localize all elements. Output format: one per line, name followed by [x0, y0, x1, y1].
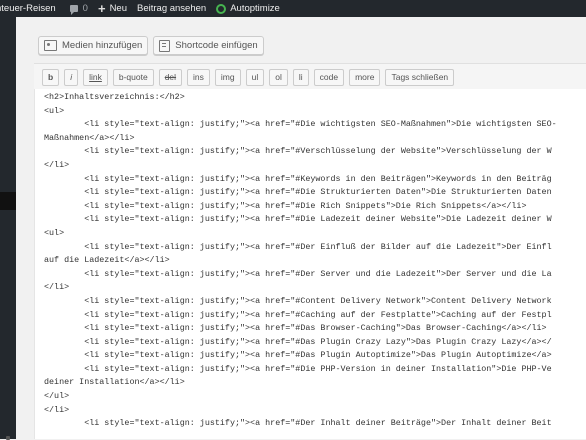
del-button[interactable]: del	[158, 68, 183, 86]
code-line: <li style="text-align: justify;"><a href…	[44, 173, 552, 184]
code-line: <li style="text-align: justify;"><a href…	[44, 323, 547, 334]
quicktags-toolbar: b i link b-quote del ins img ul ol li co…	[34, 63, 586, 91]
content-textarea[interactable]: <h2>Inhaltsverzeichnis:</h2> <ul> <li sty…	[34, 89, 586, 439]
blockquote-button[interactable]: b-quote	[112, 68, 154, 86]
menu-item-icon[interactable]	[6, 436, 10, 440]
code-line: <ul>	[44, 105, 65, 116]
code-line: </li>	[44, 159, 70, 170]
ins-button[interactable]: ins	[187, 68, 210, 86]
img-button[interactable]: img	[214, 68, 241, 86]
code-line: <li style="text-align: justify;"><a href…	[44, 418, 552, 429]
link-button[interactable]: link	[83, 68, 108, 86]
italic-button[interactable]: i	[64, 68, 79, 86]
code-line: deiner Installation</a></li>	[44, 377, 185, 388]
post-editor: Medien hinzufügen Shortcode einfügen b i…	[34, 17, 586, 439]
code-line: <li style="text-align: justify;"><a href…	[44, 295, 552, 306]
ul-button[interactable]: ul	[245, 68, 265, 86]
media-icon	[44, 40, 57, 51]
status-circle-icon	[216, 3, 227, 14]
autoptimize-label: Autoptimize	[230, 3, 280, 14]
code-line: <li style="text-align: justify;"><a href…	[44, 268, 552, 279]
site-name-link[interactable]: nteuer-Reisen	[0, 3, 56, 14]
add-media-button[interactable]: Medien hinzufügen	[38, 36, 149, 55]
media-buttons: Medien hinzufügen Shortcode einfügen	[38, 36, 269, 55]
shortcode-label: Shortcode einfügen	[175, 40, 258, 51]
bold-button[interactable]: b	[42, 68, 60, 86]
autoptimize-menu[interactable]: Autoptimize	[216, 3, 280, 14]
content-code: <h2>Inhaltsverzeichnis:</h2> <ul> <li sty…	[35, 89, 586, 431]
code-line: <li style="text-align: justify;"><a href…	[44, 214, 552, 225]
view-post-link[interactable]: Beitrag ansehen	[137, 3, 206, 14]
add-media-label: Medien hinzufügen	[62, 40, 143, 51]
more-button[interactable]: more	[349, 68, 381, 86]
admin-bar: nteuer-Reisen 0 + Neu Beitrag ansehen Au…	[0, 0, 586, 17]
code-button[interactable]: code	[313, 68, 345, 86]
code-line: <li style="text-align: justify;"><a href…	[44, 241, 552, 252]
insert-shortcode-button[interactable]: Shortcode einfügen	[153, 36, 264, 55]
close-tags-button[interactable]: Tags schließen	[385, 68, 455, 86]
new-content-link[interactable]: + Neu	[97, 0, 127, 16]
code-line: </li>	[44, 404, 70, 415]
code-line: <li style="text-align: justify;"><a href…	[44, 146, 552, 157]
code-line: <li style="text-align: justify;"><a href…	[44, 200, 527, 211]
new-label: Neu	[109, 3, 127, 14]
shortcode-icon	[159, 39, 171, 52]
code-line: auf die Ladezeit</a></li>	[44, 255, 170, 266]
ol-button[interactable]: ol	[269, 68, 288, 86]
code-line: <li style="text-align: justify;"><a href…	[44, 336, 552, 347]
code-line: </li>	[44, 282, 70, 293]
comments-link[interactable]: 0	[69, 3, 88, 15]
plus-icon: +	[97, 0, 106, 16]
code-line: <li style="text-align: justify;"><a href…	[44, 350, 552, 361]
li-button[interactable]: li	[292, 68, 309, 86]
code-line: <li style="text-align: justify;"><a href…	[44, 309, 552, 320]
code-line: <li style="text-align: justify;"><a href…	[44, 119, 557, 130]
code-line: <li style="text-align: justify;"><a href…	[44, 363, 552, 374]
comments-count: 0	[82, 3, 88, 14]
code-line: <ul>	[44, 227, 65, 238]
code-line: <li style="text-align: justify;"><a href…	[44, 187, 552, 198]
comment-icon	[69, 5, 78, 15]
code-line: <h2>Inhaltsverzeichnis:</h2>	[44, 92, 185, 102]
menu-item-active[interactable]	[0, 192, 16, 210]
code-line: Maßnahmen</a></li>	[44, 132, 135, 143]
admin-menu	[0, 17, 16, 440]
code-line: </ul>	[44, 391, 70, 402]
